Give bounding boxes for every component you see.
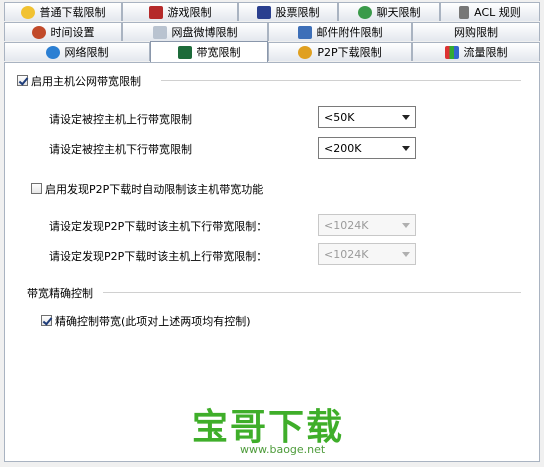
monitor-icon [177, 45, 192, 59]
section1-divider [161, 80, 521, 81]
chevron-down-icon [402, 115, 410, 120]
tab-normal-download-limit[interactable]: 普通下载限制 [4, 2, 122, 21]
enable-p2p-auto-limit-checkbox[interactable] [31, 183, 42, 194]
p2p-download-limit-select[interactable]: <1024K [318, 214, 416, 236]
tab-label: 网络限制 [64, 46, 109, 59]
tab-label: 游戏限制 [167, 6, 212, 19]
chevron-down-icon [402, 252, 410, 257]
upload-limit-label: 请设定被控主机上行带宽限制 [49, 113, 192, 126]
tab-label: 股票限制 [275, 6, 320, 19]
globe-icon [45, 45, 60, 59]
tab-label: ACL 规则 [474, 6, 521, 19]
precise-control-group-title: 带宽精确控制 [27, 287, 93, 300]
upload-limit-value: <50K [324, 110, 355, 124]
game-icon [148, 5, 163, 19]
p2p-download-limit-value: <1024K [324, 218, 369, 232]
chevron-down-icon [402, 223, 410, 228]
mail-icon [297, 25, 312, 39]
enable-public-bandwidth-checkbox[interactable] [17, 75, 28, 86]
download-limit-label: 请设定被控主机下行带宽限制 [49, 143, 192, 156]
upload-limit-select[interactable]: <50K [318, 106, 416, 128]
enable-p2p-auto-limit-label: 启用发现P2P下载时自动限制该主机带宽功能 [45, 183, 264, 196]
tab-bandwidth-limit[interactable]: 带宽限制 [150, 41, 268, 62]
tab-traffic-limit[interactable]: 流量限制 [412, 42, 540, 61]
p2p-upload-limit-value: <1024K [324, 247, 369, 261]
p2p-download-limit-label: 请设定发现P2P下载时该主机下行带宽限制： [49, 220, 268, 233]
tab-time-settings[interactable]: 时间设置 [4, 22, 122, 41]
clock-icon [31, 25, 46, 39]
tab-netdisk-weibo-limit[interactable]: 网盘微博限制 [122, 22, 268, 41]
tab-label: 聊天限制 [376, 6, 421, 19]
chat-icon [357, 5, 372, 19]
enable-public-bandwidth-label: 启用主机公网带宽限制 [31, 75, 141, 88]
tab-label: 普通下载限制 [39, 6, 106, 19]
p2p-upload-limit-select[interactable]: <1024K [318, 243, 416, 265]
tab-label: 带宽限制 [196, 46, 241, 59]
tab-mail-attachment-limit[interactable]: 邮件附件限制 [268, 22, 412, 41]
tab-label: 网购限制 [454, 26, 498, 39]
bar-chart-icon [444, 45, 459, 59]
wrench-icon [459, 5, 470, 19]
tab-network-limit[interactable]: 网络限制 [4, 42, 150, 61]
tab-label: 时间设置 [50, 26, 95, 39]
watermark-url: www.baoge.net [240, 443, 326, 456]
stock-chart-icon [256, 5, 271, 19]
tab-stock-limit[interactable]: 股票限制 [238, 2, 338, 21]
download-icon [20, 5, 35, 19]
download-limit-value: <200K [324, 141, 362, 155]
p2p-icon [298, 45, 313, 59]
chevron-down-icon [402, 146, 410, 151]
tab-chat-limit[interactable]: 聊天限制 [338, 2, 440, 21]
tab-label: 网盘微博限制 [171, 26, 238, 39]
download-limit-select[interactable]: <200K [318, 137, 416, 159]
tab-label: P2P下载限制 [317, 46, 382, 59]
tab-label: 邮件附件限制 [316, 26, 383, 39]
tab-online-shopping-limit[interactable]: 网购限制 [412, 22, 540, 41]
tab-label: 流量限制 [463, 46, 508, 59]
tab-acl-rules[interactable]: ACL 规则 [440, 2, 540, 21]
precise-bandwidth-control-checkbox[interactable] [41, 315, 52, 326]
cloud-icon [152, 25, 167, 39]
tab-p2p-download-limit[interactable]: P2P下载限制 [268, 42, 412, 61]
precise-bandwidth-control-label: 精确控制带宽(此项对上述两项均有控制) [55, 315, 251, 328]
section3-divider [103, 292, 521, 293]
p2p-upload-limit-label: 请设定发现P2P下载时该主机上行带宽限制： [49, 250, 268, 263]
tab-game-limit[interactable]: 游戏限制 [122, 2, 238, 21]
